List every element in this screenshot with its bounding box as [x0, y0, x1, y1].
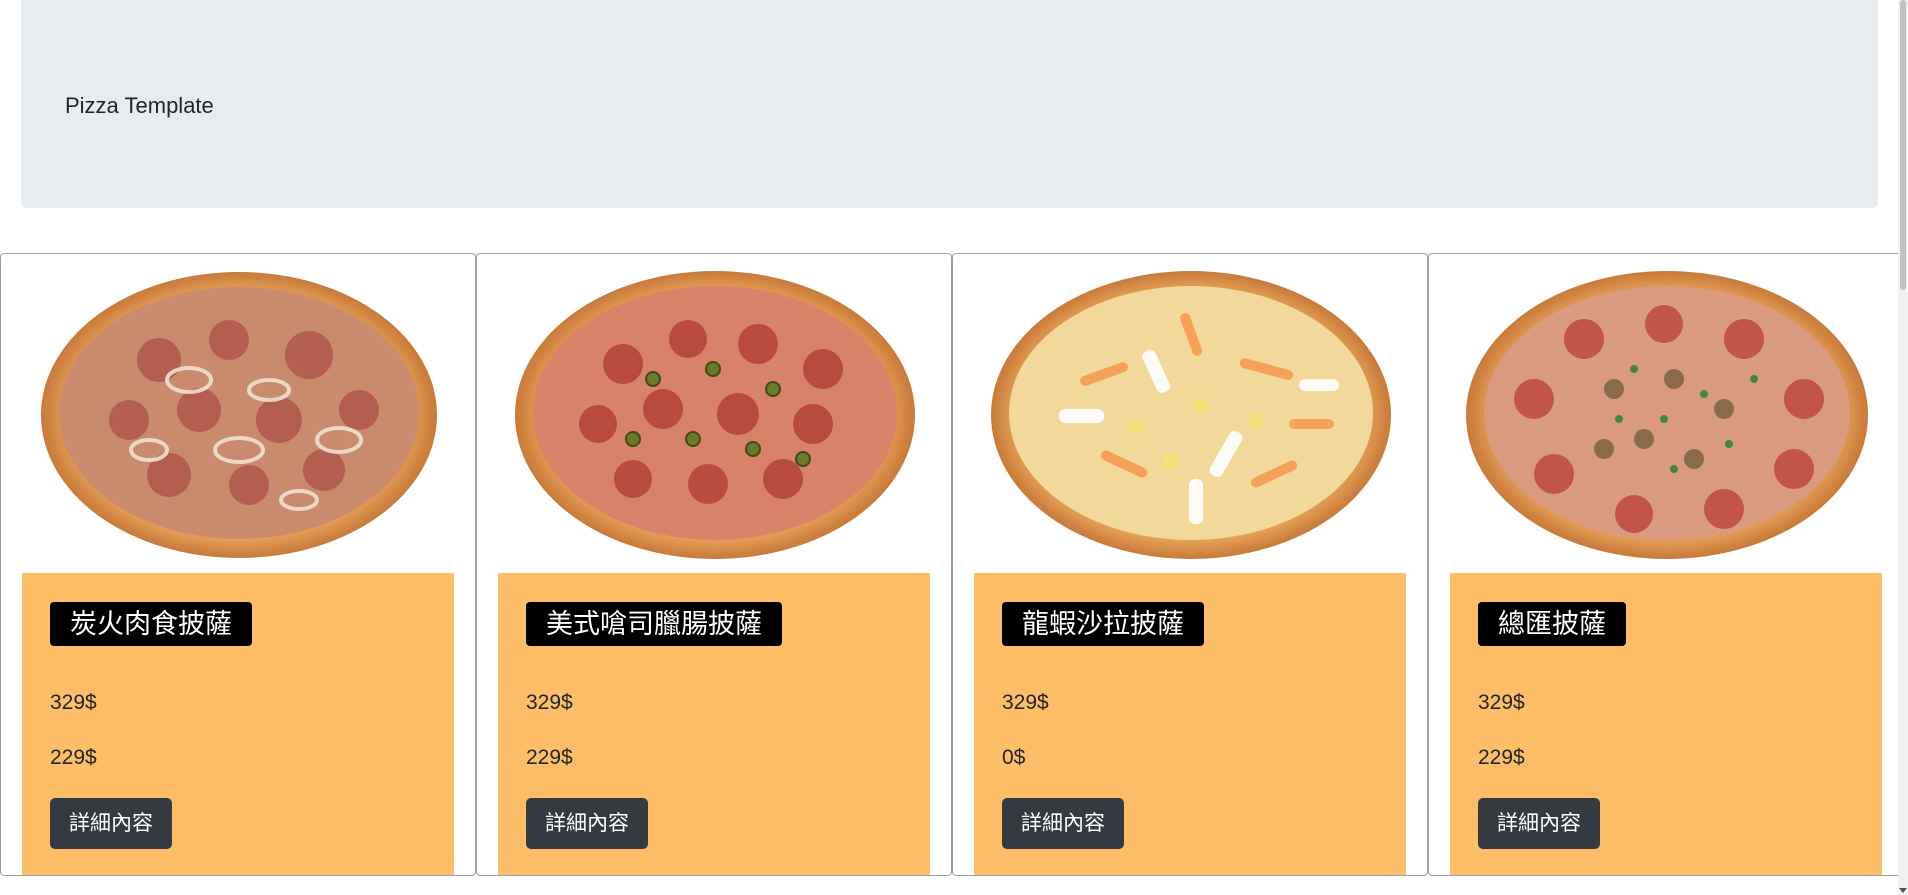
price-sale: 229$ [50, 746, 97, 769]
price-regular: 329$ [1002, 691, 1049, 714]
details-button[interactable]: 詳細內容 [50, 798, 172, 849]
pizza-name: 炭火肉食披薩 [50, 602, 252, 646]
pizza-card: 美式嗆司臘腸披薩 329$ 229$ 詳細內容 [476, 253, 952, 876]
details-button[interactable]: 詳細內容 [526, 798, 648, 849]
pizza-card-body: 炭火肉食披薩 329$ 229$ 詳細內容 [22, 573, 454, 875]
pizza-card: 龍蝦沙拉披薩 329$ 0$ 詳細內容 [952, 253, 1428, 876]
pizza-card-body: 龍蝦沙拉披薩 329$ 0$ 詳細內容 [974, 573, 1406, 875]
scrollbar-thumb[interactable] [1900, 0, 1906, 290]
pizza-card-row: 炭火肉食披薩 329$ 229$ 詳細內容 美式嗆司臘腸披薩 329$ 229$… [0, 253, 1904, 876]
jumbotron-header: Pizza Template [21, 0, 1878, 208]
pizza-card-body: 美式嗆司臘腸披薩 329$ 229$ 詳細內容 [498, 573, 930, 875]
price-regular: 329$ [50, 691, 97, 714]
pizza-name: 龍蝦沙拉披薩 [1002, 602, 1204, 646]
vertical-scrollbar[interactable] [1898, 0, 1908, 895]
pizza-name: 美式嗆司臘腸披薩 [526, 602, 782, 646]
price-sale: 0$ [1002, 746, 1026, 769]
pizza-image [497, 264, 933, 566]
details-button[interactable]: 詳細內容 [1478, 798, 1600, 849]
scroll-down-arrow-icon[interactable] [1899, 888, 1907, 893]
pizza-card: 總匯披薩 329$ 229$ 詳細內容 [1428, 253, 1904, 876]
price-sale: 229$ [526, 746, 573, 769]
details-button[interactable]: 詳細內容 [1002, 798, 1124, 849]
price-regular: 329$ [526, 691, 573, 714]
pizza-card: 炭火肉食披薩 329$ 229$ 詳細內容 [0, 253, 476, 876]
pizza-image [1449, 264, 1885, 566]
pizza-image [515, 271, 915, 559]
price-regular: 329$ [1478, 691, 1525, 714]
pizza-image [1466, 271, 1868, 559]
pizza-name: 總匯披薩 [1478, 602, 1626, 646]
price-sale: 229$ [1478, 746, 1525, 769]
pizza-card-body: 總匯披薩 329$ 229$ 詳細內容 [1450, 573, 1882, 875]
page-title: Pizza Template [65, 93, 214, 118]
pizza-image [991, 271, 1391, 559]
pizza-image [21, 264, 457, 566]
pizza-image [41, 272, 437, 558]
pizza-image [973, 264, 1409, 566]
